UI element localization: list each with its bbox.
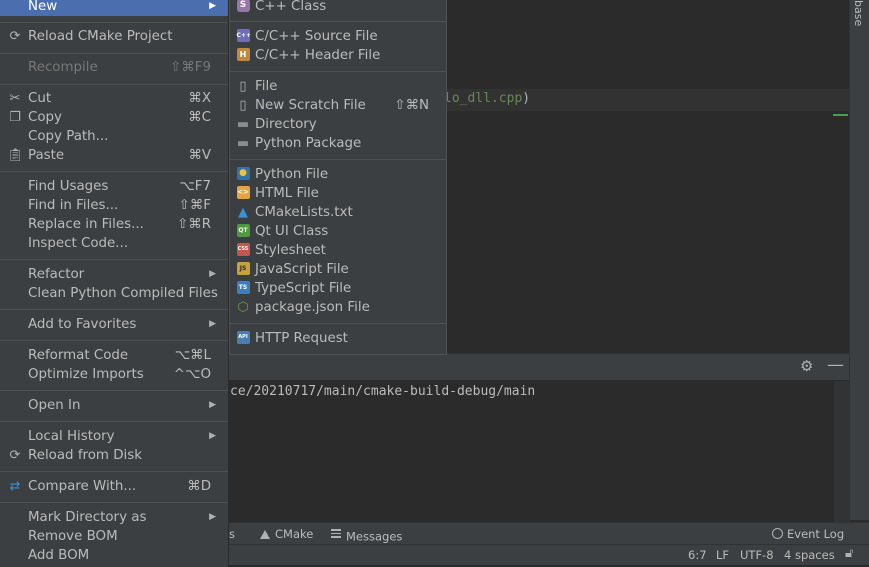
change-marker xyxy=(833,114,848,116)
folder-icon: ▬ xyxy=(236,117,250,132)
clipboard-icon: 📋︎ xyxy=(7,148,24,163)
javascript-icon: JS xyxy=(235,260,251,279)
menu-item-reload-cmake[interactable]: ⟳ Reload CMake Project xyxy=(0,27,228,46)
lock-icon[interactable]: 🔓︎ xyxy=(845,546,853,561)
submenu-item-python-file[interactable]: ● Python File xyxy=(230,165,446,184)
menu-item-refactor[interactable]: Refactor ▶ xyxy=(0,265,228,284)
minimize-icon[interactable]: — xyxy=(827,355,844,375)
submenu-item-html-file[interactable]: <> HTML File xyxy=(230,184,446,203)
submenu-item-python-package[interactable]: ▬ Python Package xyxy=(230,134,446,153)
submenu-item-package-json[interactable]: ⬡ package.json File xyxy=(230,298,446,317)
menu-item-new[interactable]: New ▶ xyxy=(0,0,228,16)
chevron-right-icon: ▶ xyxy=(209,400,216,410)
menu-item-recompile: Recompile ⇧⌘F9 xyxy=(28,60,211,75)
submenu-item-cmakelists[interactable]: ▲ CMakeLists.txt xyxy=(230,203,446,222)
code-paren: ) xyxy=(522,91,531,106)
menu-item-copy-path[interactable]: Copy Path... xyxy=(0,127,228,146)
chevron-right-icon: ▶ xyxy=(209,269,216,279)
scissors-icon: ✂ xyxy=(9,91,21,106)
context-menu: New ▶ ⟳ Reload CMake Project Recompile ⇧⌘F9… xyxy=(0,0,229,567)
event-log-icon xyxy=(772,528,783,539)
cmake-icon xyxy=(260,530,270,539)
menu-item-find-in-files[interactable]: Find in Files... ⇧⌘F xyxy=(0,196,228,215)
nodejs-icon: ⬡ xyxy=(237,300,249,315)
right-tool-strip: base xyxy=(849,0,869,520)
compare-icon: ⇄ xyxy=(9,479,21,494)
menu-item-add-bom[interactable]: Add BOM xyxy=(0,546,228,565)
indent-setting[interactable]: 4 spaces xyxy=(784,548,835,562)
menu-item-inspect-code[interactable]: Inspect Code... xyxy=(0,234,228,253)
menu-item-replace-in-files[interactable]: Replace in Files... ⇧⌘R xyxy=(0,215,228,234)
run-panel-scrollbar[interactable] xyxy=(834,381,849,522)
cpp-header-icon: H xyxy=(235,46,251,65)
code-line[interactable]: lo_dll.cpp) xyxy=(444,91,530,106)
copy-icon: ❐ xyxy=(9,110,21,125)
tab-messages-label: Messages xyxy=(346,529,403,544)
menu-item-remove-bom[interactable]: Remove BOM xyxy=(0,527,228,546)
submenu-item-typescript[interactable]: TS TypeScript File xyxy=(230,279,446,298)
chevron-right-icon: ▶ xyxy=(209,431,216,441)
menu-item-reformat-code[interactable]: Reformat Code ⌥⌘L xyxy=(0,346,228,365)
submenu-item-qt-ui-class[interactable]: QT Qt UI Class xyxy=(230,222,446,241)
tab-event-log[interactable]: Event Log xyxy=(772,527,844,541)
cpp-source-icon: C++ xyxy=(235,27,251,46)
http-request-icon: API xyxy=(235,329,251,348)
css-icon: CSS xyxy=(235,241,251,260)
submenu-item-cpp-class[interactable]: S C++ Class xyxy=(230,0,446,16)
menu-item-compare-with[interactable]: ⇄ Compare With... ⌘D xyxy=(0,477,228,496)
cmake-icon: ▲ xyxy=(238,205,248,220)
scratch-file-icon: ▯ xyxy=(239,98,247,113)
chevron-right-icon: ▶ xyxy=(209,1,216,11)
reload-icon: ⟳ xyxy=(9,29,21,44)
menu-item-paste[interactable]: 📋︎ Paste ⌘V xyxy=(0,146,228,165)
typescript-icon: TS xyxy=(235,279,251,298)
menu-item-mark-directory[interactable]: Mark Directory as ▶ xyxy=(0,508,228,527)
chevron-right-icon: ▶ xyxy=(209,512,216,522)
menu-item-local-history[interactable]: Local History ▶ xyxy=(0,427,228,446)
submenu-item-cpp-header[interactable]: H C/C++ Header File xyxy=(230,46,446,65)
tab-cmake-label: CMake xyxy=(275,527,314,541)
python-package-icon: ▬ xyxy=(236,136,250,151)
submenu-item-http-request[interactable]: API HTTP Request xyxy=(230,329,446,348)
qt-icon: QT xyxy=(235,222,251,241)
submenu-item-stylesheet[interactable]: CSS Stylesheet xyxy=(230,241,446,260)
submenu-item-scratch-file[interactable]: ▯ New Scratch File ⇧⌘N xyxy=(230,96,446,115)
code-string: lo_dll.cpp xyxy=(444,91,523,106)
submenu-item-file[interactable]: ▯ File xyxy=(230,77,446,96)
menu-item-cut[interactable]: ✂ Cut ⌘X xyxy=(0,89,228,108)
line-separator[interactable]: LF xyxy=(716,548,729,562)
tab-messages[interactable]: Messages xyxy=(331,527,402,544)
html-icon: <> xyxy=(235,184,251,203)
chevron-right-icon: ▶ xyxy=(209,319,216,329)
menu-item-copy[interactable]: ❐ Copy ⌘C xyxy=(0,108,228,127)
menu-item-optimize-imports[interactable]: Optimize Imports ^⌥O xyxy=(0,365,228,384)
caret-position[interactable]: 6:7 xyxy=(688,548,707,562)
reload-icon: ⟳ xyxy=(9,448,21,463)
submenu-item-directory[interactable]: ▬ Directory xyxy=(230,115,446,134)
messages-icon xyxy=(331,527,341,540)
python-icon: ● xyxy=(235,165,251,184)
tab-event-log-label: Event Log xyxy=(787,527,845,541)
file-encoding[interactable]: UTF-8 xyxy=(740,548,774,562)
menu-item-add-to-favorites[interactable]: Add to Favorites ▶ xyxy=(0,315,228,334)
submenu-item-javascript[interactable]: JS JavaScript File xyxy=(230,260,446,279)
menu-item-find-usages[interactable]: Find Usages ⌥F7 xyxy=(0,177,228,196)
tab-partial[interactable]: s xyxy=(229,527,235,541)
tab-cmake[interactable]: CMake xyxy=(260,527,313,541)
menu-item-open-in[interactable]: Open In ▶ xyxy=(0,396,228,415)
menu-item-reload-from-disk[interactable]: ⟳ Reload from Disk xyxy=(0,446,228,465)
file-icon: ▯ xyxy=(239,79,247,94)
run-output-text: ce/20210717/main/cmake-build-debug/main xyxy=(230,384,536,399)
database-tab[interactable]: base xyxy=(852,0,865,26)
gear-icon[interactable]: ⚙ xyxy=(800,357,813,375)
submenu-item-cpp-source[interactable]: C++ C/C++ Source File xyxy=(230,27,446,46)
cpp-class-icon: S xyxy=(235,0,251,16)
menu-item-clean-python[interactable]: Clean Python Compiled Files xyxy=(0,284,228,303)
new-submenu: S C++ Class C++ C/C++ Source File H C/C++ H… xyxy=(229,0,447,355)
